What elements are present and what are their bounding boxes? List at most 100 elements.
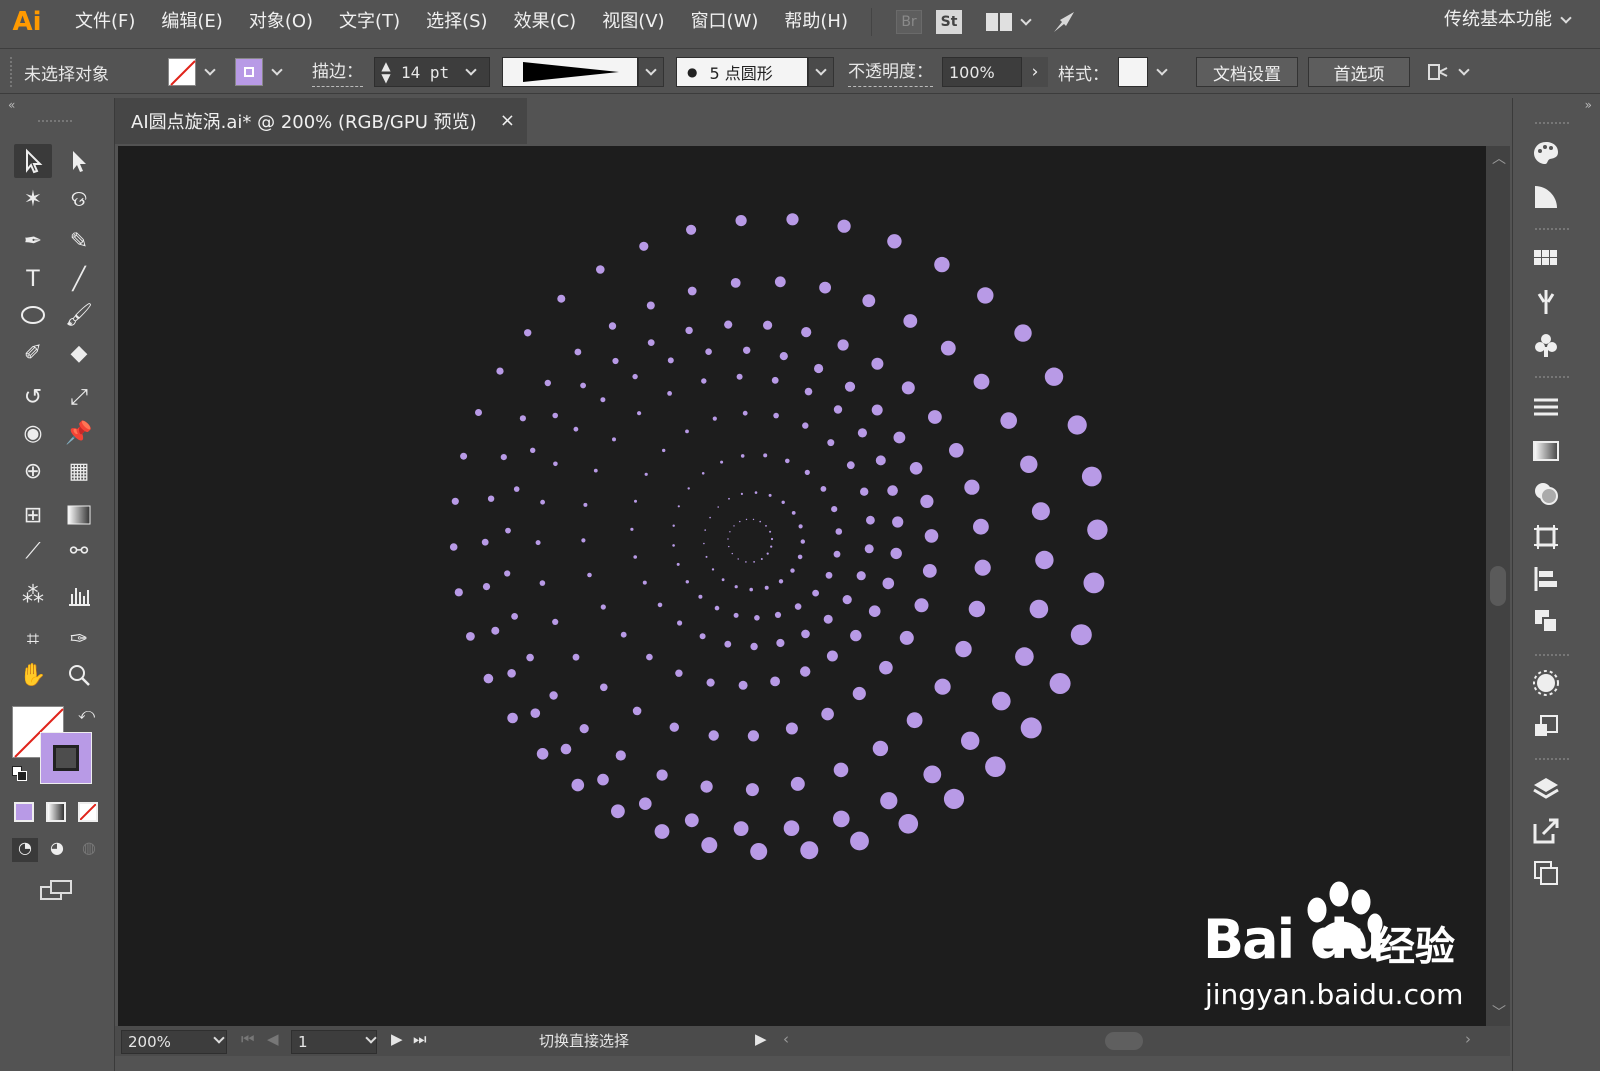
curvature-tool-icon[interactable]: ✎ bbox=[60, 224, 98, 258]
puppet-warp-tool-icon[interactable]: 📌 bbox=[60, 416, 98, 450]
stroke-panel-icon[interactable] bbox=[1531, 392, 1561, 422]
previous-artboard-icon[interactable]: ◀ bbox=[267, 1030, 279, 1048]
stroke-color-swatch[interactable] bbox=[235, 58, 263, 86]
stroke-color-indicator[interactable] bbox=[40, 732, 92, 784]
control-bar-grip[interactable] bbox=[10, 57, 14, 87]
menu-select[interactable]: 选择(S) bbox=[413, 0, 500, 44]
color-mode-icon[interactable] bbox=[14, 802, 34, 822]
panel-grip[interactable] bbox=[1535, 376, 1569, 378]
last-artboard-icon[interactable]: ⏭ bbox=[413, 1030, 427, 1048]
eraser-tool-icon[interactable]: ◆ bbox=[60, 336, 98, 370]
chevron-down-icon[interactable] bbox=[271, 64, 283, 76]
change-screen-mode-icon[interactable] bbox=[40, 878, 74, 902]
opacity-label[interactable]: 不透明度： bbox=[848, 57, 933, 87]
stroke-weight-control[interactable]: ▲ ▼ 14 pt bbox=[374, 57, 490, 87]
chevron-down-icon[interactable] bbox=[1156, 64, 1168, 76]
fill-none-swatch[interactable] bbox=[168, 58, 196, 86]
bridge-button[interactable]: Br bbox=[896, 10, 922, 34]
menu-file[interactable]: 文件(F) bbox=[62, 0, 148, 44]
close-icon[interactable]: × bbox=[500, 110, 515, 131]
draw-behind-icon[interactable]: ◕ bbox=[44, 838, 70, 862]
artboard-number-field[interactable]: 1 bbox=[291, 1030, 377, 1054]
color-guide-icon[interactable] bbox=[1531, 182, 1561, 212]
pen-tool-icon[interactable]: ✒ bbox=[14, 224, 52, 258]
opacity-control[interactable]: 100% › bbox=[942, 57, 1048, 87]
stock-button[interactable]: St bbox=[936, 10, 962, 34]
panel-grip[interactable] bbox=[1535, 122, 1569, 124]
panel-grip[interactable] bbox=[1535, 228, 1569, 230]
slice-tool-icon[interactable]: ✑ bbox=[60, 622, 98, 656]
menu-view[interactable]: 视图(V) bbox=[589, 0, 677, 44]
shaper-tool-icon[interactable]: ✐ bbox=[14, 336, 52, 370]
paintbrush-tool-icon[interactable]: 🖌 bbox=[60, 298, 98, 332]
zoom-level-field[interactable]: 200% bbox=[121, 1030, 227, 1054]
hand-tool-icon[interactable]: ✋ bbox=[14, 658, 52, 692]
gradient-panel-icon[interactable] bbox=[1531, 436, 1561, 466]
menu-effect[interactable]: 效果(C) bbox=[501, 0, 590, 44]
rotate-tool-icon[interactable]: ↺ bbox=[14, 380, 52, 414]
swatches-panel-icon[interactable] bbox=[1531, 244, 1561, 274]
blend-tool-icon[interactable]: ⚯ bbox=[60, 534, 98, 568]
scroll-right-icon[interactable]: › bbox=[1465, 1030, 1471, 1048]
eyedropper-tool-icon[interactable]: ⟋ bbox=[14, 534, 52, 568]
opacity-input[interactable]: 100% bbox=[942, 57, 1022, 87]
mesh-tool-icon[interactable]: ⊞ bbox=[14, 498, 52, 532]
default-fill-stroke-icon[interactable] bbox=[12, 766, 28, 782]
asset-export-panel-icon[interactable] bbox=[1531, 816, 1561, 846]
menu-type[interactable]: 文字(T) bbox=[326, 0, 413, 44]
brushes-panel-icon[interactable] bbox=[1531, 286, 1561, 316]
gpu-performance-icon[interactable] bbox=[1050, 8, 1078, 36]
none-mode-icon[interactable] bbox=[78, 802, 98, 822]
collapse-panel-icon[interactable]: « bbox=[8, 98, 15, 112]
panel-grip[interactable] bbox=[1535, 758, 1569, 760]
gradient-mode-icon[interactable] bbox=[46, 802, 66, 822]
swap-fill-stroke-icon[interactable]: ⤺ bbox=[78, 704, 95, 724]
gradient-tool-icon[interactable] bbox=[60, 498, 98, 532]
graphic-styles-panel-icon[interactable] bbox=[1531, 712, 1561, 742]
stroke-label[interactable]: 描边： bbox=[312, 57, 363, 87]
brush-dropdown[interactable] bbox=[808, 57, 834, 87]
transparency-panel-icon[interactable] bbox=[1531, 478, 1561, 508]
pathfinder-panel-icon[interactable] bbox=[1531, 606, 1561, 636]
stroke-weight-input[interactable]: 14 pt bbox=[401, 63, 463, 82]
appearance-panel-icon[interactable] bbox=[1531, 668, 1561, 698]
graphic-style-control[interactable] bbox=[1118, 57, 1176, 87]
panel-grip[interactable] bbox=[1535, 654, 1569, 656]
draw-inside-icon[interactable]: ◍ bbox=[76, 838, 102, 862]
menu-object[interactable]: 对象(O) bbox=[236, 0, 326, 44]
ellipse-tool-icon[interactable] bbox=[14, 298, 52, 332]
width-tool-icon[interactable]: ◉ bbox=[14, 416, 52, 450]
lasso-tool-icon[interactable]: ଡ bbox=[60, 182, 98, 216]
preferences-button[interactable]: 首选项 bbox=[1308, 57, 1410, 87]
type-tool-icon[interactable]: T bbox=[14, 262, 52, 296]
vertical-scroll-thumb[interactable] bbox=[1490, 566, 1506, 606]
expand-panels-icon[interactable]: » bbox=[1585, 98, 1592, 112]
chevron-down-icon[interactable] bbox=[465, 64, 477, 76]
control-panel-menu[interactable] bbox=[1426, 57, 1478, 87]
chevron-down-icon[interactable] bbox=[1020, 14, 1032, 26]
panel-menu-icon[interactable] bbox=[1426, 60, 1450, 84]
perspective-grid-tool-icon[interactable]: ▦ bbox=[60, 454, 98, 488]
layers-panel-icon[interactable] bbox=[1531, 774, 1561, 804]
graphic-style-swatch[interactable] bbox=[1118, 57, 1148, 87]
direct-selection-tool-icon[interactable] bbox=[60, 144, 98, 178]
panel-grip[interactable] bbox=[38, 120, 72, 122]
menu-help[interactable]: 帮助(H) bbox=[771, 0, 861, 44]
first-artboard-icon[interactable]: ⏮ bbox=[241, 1030, 255, 1048]
workspace-switcher[interactable]: 传统基本功能 bbox=[1444, 0, 1580, 40]
artboards-panel-icon[interactable] bbox=[1531, 858, 1561, 888]
scroll-left-icon[interactable]: ‹ bbox=[783, 1030, 789, 1048]
chevron-right-icon[interactable]: › bbox=[1022, 57, 1048, 87]
brush-definition[interactable]: ● 5 点圆形 bbox=[676, 57, 834, 87]
document-setup-button[interactable]: 文档设置 bbox=[1196, 57, 1298, 87]
scroll-up-icon[interactable]: ︿ bbox=[1492, 148, 1506, 168]
menu-window[interactable]: 窗口(W) bbox=[678, 0, 772, 44]
status-menu-icon[interactable]: ▶ bbox=[755, 1030, 767, 1048]
scale-tool-icon[interactable]: ⤢ bbox=[60, 380, 98, 414]
chevron-down-icon[interactable] bbox=[204, 64, 216, 76]
document-tab[interactable]: AI圆点旋涡.ai* @ 200% (RGB/GPU 预览) × bbox=[115, 98, 527, 144]
zoom-tool-icon[interactable] bbox=[60, 658, 98, 692]
line-segment-tool-icon[interactable]: ╱ bbox=[60, 262, 98, 296]
shape-builder-tool-icon[interactable]: ⊕ bbox=[14, 454, 52, 488]
symbol-sprayer-tool-icon[interactable]: ⁂ bbox=[14, 578, 52, 612]
